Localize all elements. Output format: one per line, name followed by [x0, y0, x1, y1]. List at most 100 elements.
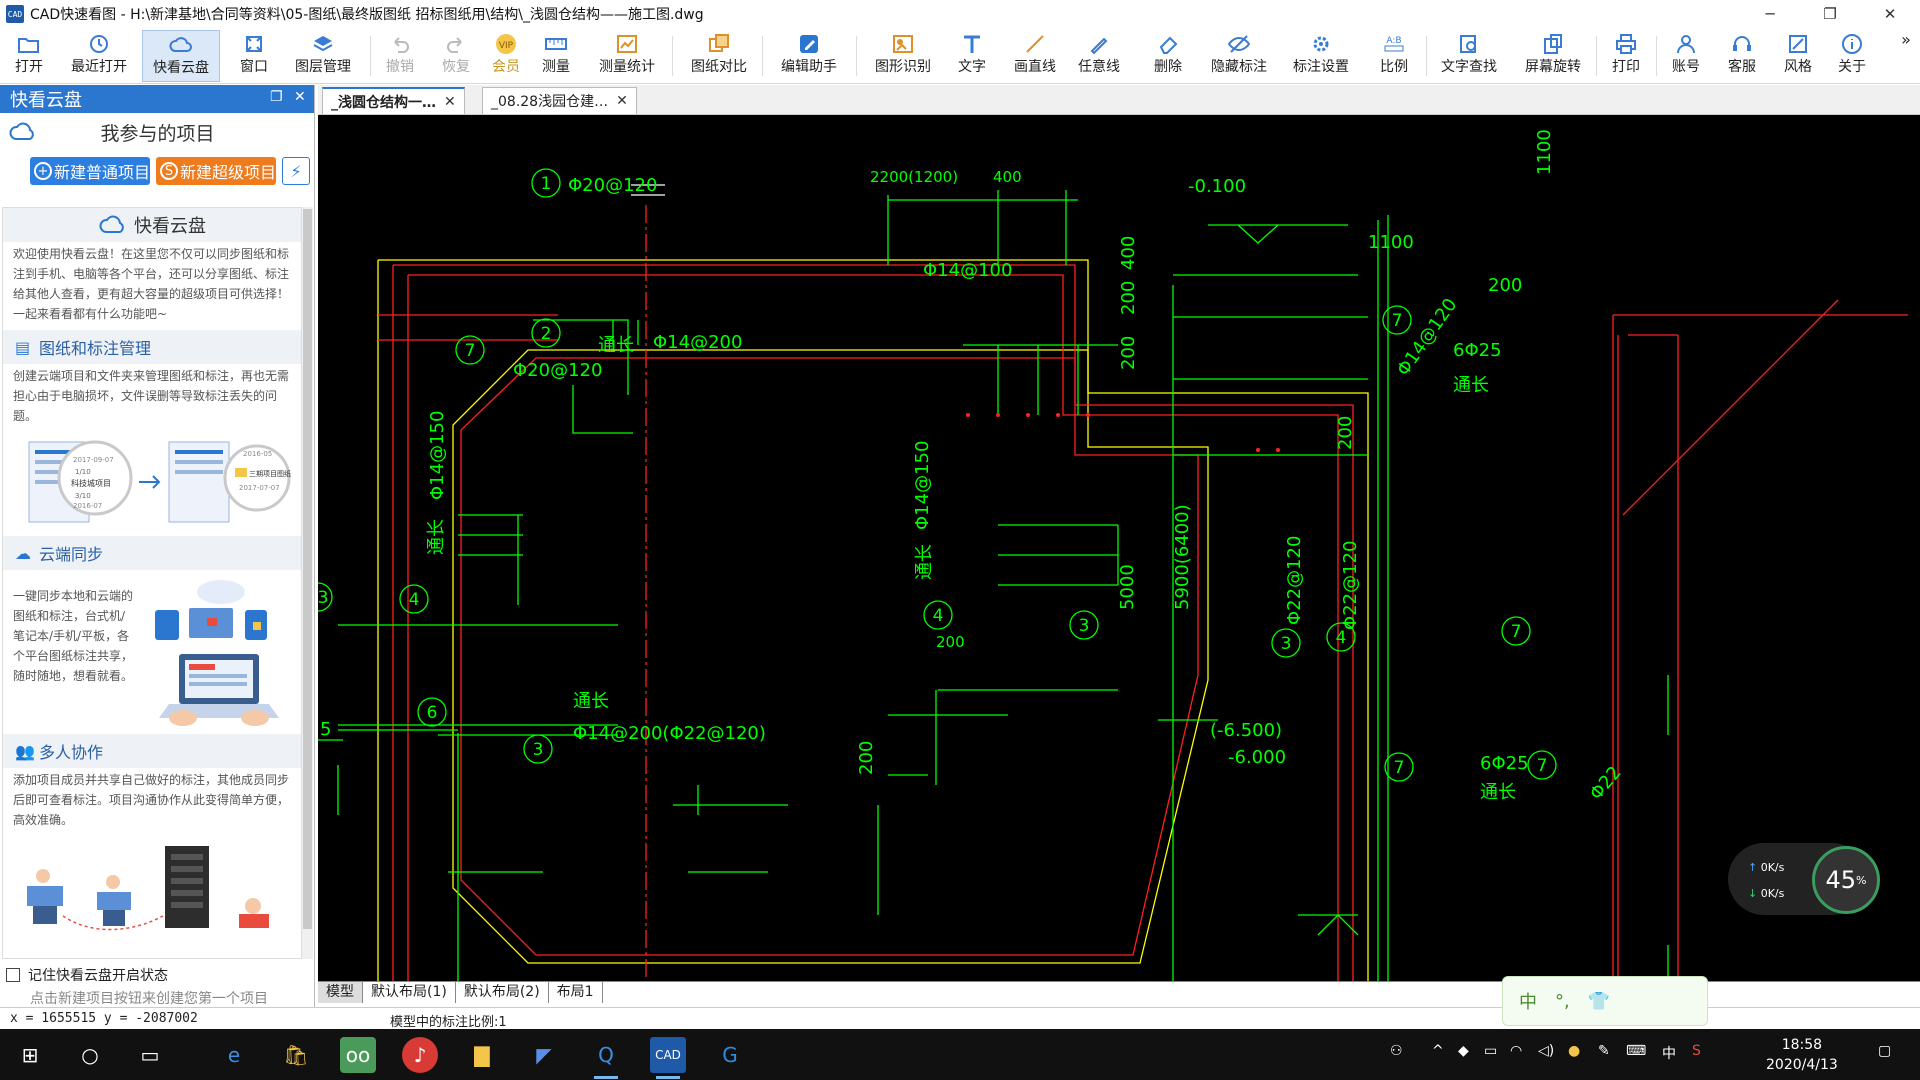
- keyboard-icon[interactable]: ⌨: [1626, 1043, 1646, 1059]
- draw-line-button[interactable]: 画直线: [1010, 30, 1060, 82]
- maximize-button[interactable]: ❐: [1802, 0, 1858, 28]
- shape-recognition-button[interactable]: 图形识别: [870, 30, 936, 82]
- panel-float-button[interactable]: ❐: [270, 89, 283, 105]
- callout-label: 3: [1079, 616, 1090, 636]
- callout-label: 3: [318, 588, 328, 608]
- upload-speed: ↑ 0K/s: [1748, 861, 1785, 874]
- pen-icon[interactable]: ✎: [1598, 1043, 1610, 1059]
- qq-browser-icon[interactable]: Q: [588, 1037, 624, 1079]
- feishu-icon[interactable]: ◤: [526, 1037, 562, 1073]
- upload-arrow-icon: ↑: [1748, 861, 1758, 874]
- remember-state-checkbox[interactable]: 记住快看云盘开启状态: [6, 965, 168, 985]
- cloud-icon: [168, 31, 194, 59]
- close-tab-icon[interactable]: ✕: [616, 93, 628, 109]
- wall-outline-inner: [452, 349, 1209, 964]
- vip-button[interactable]: VIP 会员: [486, 30, 526, 82]
- cad-icon[interactable]: CAD: [650, 1037, 686, 1079]
- store-icon[interactable]: 🛍: [278, 1037, 314, 1073]
- measure-button[interactable]: 测量: [536, 30, 576, 82]
- tab-layout-2[interactable]: 默认布局(2): [456, 981, 549, 1003]
- new-super-project-button[interactable]: S 新建超级项目: [156, 157, 276, 185]
- compare-button[interactable]: 图纸对比: [686, 30, 752, 82]
- new-normal-project-button[interactable]: + 新建普通项目: [30, 157, 150, 185]
- layer-manager-button[interactable]: 图层管理: [290, 30, 356, 82]
- freehand-button[interactable]: 任意线: [1074, 30, 1124, 82]
- about-button[interactable]: 关于: [1832, 30, 1872, 82]
- rotate-screen-button[interactable]: 屏幕旋转: [1520, 30, 1586, 82]
- panel-title: 快看云盘: [10, 90, 82, 111]
- window-button[interactable]: 窗口: [234, 30, 274, 82]
- tab-model[interactable]: 模型: [318, 981, 363, 1003]
- ime-language[interactable]: 中: [1519, 988, 1537, 1014]
- toolbar-more-button[interactable]: »: [1896, 30, 1916, 82]
- ime-indicator[interactable]: 中: [1662, 1043, 1676, 1063]
- tab-structure-drawing[interactable]: _浅圆仓结构一… ✕: [322, 87, 465, 114]
- tripadvisor-icon[interactable]: oo: [340, 1037, 376, 1073]
- cloud-disk-button[interactable]: 快看云盘: [142, 30, 220, 82]
- minimize-button[interactable]: ─: [1742, 0, 1798, 28]
- print-button[interactable]: 打印: [1606, 30, 1646, 82]
- undo-button[interactable]: 撤销: [380, 30, 420, 82]
- svg-text:200: 200: [1118, 336, 1139, 370]
- battery-icon[interactable]: ▭: [1484, 1043, 1497, 1059]
- file-explorer-icon[interactable]: ▇: [464, 1037, 500, 1073]
- delete-button[interactable]: 删除: [1148, 30, 1188, 82]
- toolbar-separator: [1426, 36, 1427, 76]
- download-speed: ↓ 0K/s: [1748, 887, 1785, 900]
- edit-assistant-button[interactable]: 编辑助手: [776, 30, 842, 82]
- style-button[interactable]: 风格: [1778, 30, 1818, 82]
- account-button[interactable]: 账号: [1666, 30, 1706, 82]
- tab-architecture-drawing[interactable]: _08.28浅园仓建… ✕: [482, 87, 637, 114]
- sync-button[interactable]: ⚡: [282, 157, 310, 185]
- hide-annotation-button[interactable]: 隐藏标注: [1206, 30, 1272, 82]
- windows-taskbar: ⊞ ○ ▭ e 🛍 oo ♪ ▇ ◤ Q CAD G ⚇ ^ ◆ ▭ ◠ ◁) …: [0, 1029, 1920, 1080]
- memory-usage-indicator[interactable]: 45%: [1812, 846, 1880, 914]
- tab-layout-1[interactable]: 默认布局(1): [363, 981, 456, 1003]
- open-button[interactable]: 打开: [6, 30, 52, 82]
- notification-icon[interactable]: ▢: [1878, 1043, 1891, 1059]
- close-button[interactable]: ✕: [1862, 0, 1918, 28]
- svg-text:通长: 通长: [573, 691, 609, 712]
- app-icon: CAD: [6, 5, 24, 23]
- text-search-button[interactable]: 文字查找: [1436, 30, 1502, 82]
- cad-drawing-canvas[interactable]: 1 2 7 7 4 3 4 3 3 4 7 6 3 7 7 Φ20@120 22…: [318, 115, 1920, 981]
- panel-scrollbar-thumb[interactable]: [303, 209, 312, 929]
- drawing-annotations: Φ20@120 2200(1200) 400 -0.100 1100 1100 …: [320, 129, 1626, 804]
- system-clock[interactable]: 18:58 2020/4/13: [1766, 1035, 1838, 1075]
- wifi-icon[interactable]: ◠: [1510, 1043, 1522, 1059]
- projects-title: 我参与的项目: [100, 122, 215, 145]
- scale-button[interactable]: A:B 比例: [1374, 30, 1414, 82]
- close-tab-icon[interactable]: ✕: [444, 94, 456, 110]
- tab-layout-3[interactable]: 布局1: [549, 981, 603, 1003]
- start-icon[interactable]: ⊞: [12, 1037, 48, 1073]
- search-icon[interactable]: ○: [72, 1037, 108, 1073]
- measure-stats-button[interactable]: 测量统计: [592, 30, 662, 82]
- edge-icon[interactable]: e: [216, 1037, 252, 1073]
- show-hidden-icons[interactable]: ^: [1432, 1043, 1444, 1059]
- svg-text:200: 200: [1488, 275, 1522, 296]
- tray-app-icon[interactable]: ◆: [1458, 1043, 1469, 1059]
- scale-icon: A:B: [1381, 30, 1407, 58]
- svg-text:三期项目图纸: 三期项目图纸: [249, 469, 291, 478]
- sogou-ime-icon[interactable]: S: [1692, 1043, 1701, 1059]
- info-icon: [1839, 30, 1865, 58]
- people-icon[interactable]: ⚇: [1390, 1043, 1403, 1059]
- annotation-settings-button[interactable]: 标注设置: [1288, 30, 1354, 82]
- ime-toolbar[interactable]: 中 °, 👕: [1502, 976, 1708, 1026]
- text-button[interactable]: 文字: [952, 30, 992, 82]
- task-view-icon[interactable]: ▭: [132, 1037, 168, 1073]
- line-icon: [1022, 30, 1048, 58]
- customer-service-button[interactable]: 客服: [1722, 30, 1762, 82]
- ime-punctuation[interactable]: °,: [1555, 991, 1570, 1012]
- netease-music-icon[interactable]: ♪: [402, 1037, 438, 1073]
- main-toolbar: 打开 最近打开 快看云盘 窗口 图层管理 撤销 恢复 VIP 会员 测量 测量统…: [0, 28, 1920, 84]
- tray-app2-icon[interactable]: ●: [1568, 1043, 1580, 1059]
- panel-close-button[interactable]: ✕: [294, 89, 306, 105]
- volume-icon[interactable]: ◁): [1538, 1043, 1554, 1059]
- recent-button[interactable]: 最近打开: [66, 30, 132, 82]
- redo-button[interactable]: 恢复: [436, 30, 476, 82]
- svg-text:1/10: 1/10: [75, 468, 91, 476]
- ime-skin-icon[interactable]: 👕: [1588, 991, 1610, 1012]
- sogou-icon[interactable]: G: [712, 1037, 748, 1073]
- checkbox-box[interactable]: [6, 968, 20, 982]
